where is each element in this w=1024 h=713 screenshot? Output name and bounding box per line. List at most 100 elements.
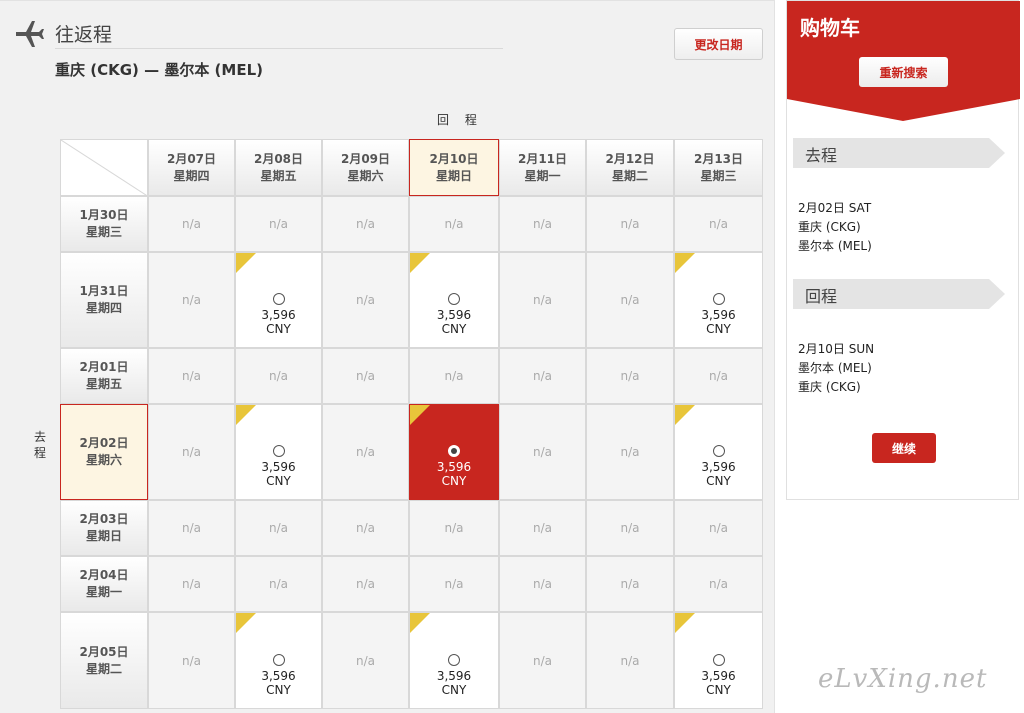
unavailable-cell: n/a [586, 612, 674, 709]
fare-radio[interactable] [712, 293, 725, 305]
research-button[interactable]: 重新搜索 [859, 57, 948, 87]
fare-radio[interactable] [272, 293, 285, 305]
depart-date-header[interactable]: 2月01日 星期五 [60, 348, 148, 404]
depart-date-header[interactable]: 2月03日 星期日 [60, 500, 148, 556]
return-weekday: 星期六 [347, 168, 384, 183]
fare-amount: 3,596 CNY [675, 460, 762, 488]
unavailable-cell: n/a [148, 348, 235, 404]
price-cell[interactable]: 3,596 CNY [235, 252, 322, 348]
depart-weekday: 星期六 [85, 453, 122, 467]
depart-weekday: 星期三 [85, 225, 122, 239]
return-weekday: 星期三 [700, 168, 737, 183]
unavailable-cell: n/a [322, 252, 409, 348]
promo-flag-icon [675, 253, 695, 273]
return-date-header[interactable]: 2月13日 星期三 [674, 139, 763, 196]
price-cell[interactable]: 3,596 CNY [235, 612, 322, 709]
na-label: n/a [532, 445, 552, 459]
na-label: n/a [532, 217, 552, 231]
unavailable-cell: n/a [235, 500, 322, 556]
depart-date-header[interactable]: 2月05日星期二 [60, 612, 148, 709]
unavailable-cell: n/a [322, 196, 409, 252]
fare-currency: CNY [266, 474, 291, 488]
fare-radio[interactable] [448, 293, 460, 305]
na-label: n/a [532, 653, 552, 668]
return-date-header[interactable]: 2月08日 星期五 [235, 139, 322, 196]
fare-amount: 3,596 CNY [410, 669, 498, 697]
unavailable-cell: n/a [586, 404, 674, 500]
na-label: n/a [620, 369, 640, 383]
fare-radio[interactable] [712, 654, 725, 666]
unavailable-cell: n/a [148, 196, 235, 252]
depart-date-header[interactable]: 2月04日 星期一 [60, 556, 148, 612]
return-axis-label: 回 程 [437, 113, 483, 127]
cart-title: 购物车 [800, 16, 860, 40]
return-date-header[interactable]: 2月09日 星期六 [322, 139, 409, 196]
fare-amount: 3,596 CNY [675, 308, 762, 336]
unavailable-cell: n/a [586, 196, 674, 252]
return-weekday: 星期日 [435, 168, 472, 183]
fare-currency: CNY [441, 322, 467, 336]
unavailable-cell: n/a [499, 252, 586, 348]
depart-weekday: 星期二 [85, 661, 122, 676]
unavailable-cell: n/a [499, 348, 586, 404]
depart-date-header[interactable]: 1月31日 星期四 [60, 252, 148, 348]
na-label: n/a [181, 369, 201, 383]
fare-price: 3,596 [261, 308, 296, 322]
na-label: n/a [355, 653, 375, 668]
return-date: 2月12日 [605, 151, 655, 166]
return-date-header[interactable]: 2月11日 星期一 [499, 139, 586, 196]
continue-button[interactable]: 继续 [872, 433, 936, 463]
return-date-header[interactable]: 2月07日 星期四 [148, 139, 235, 196]
unavailable-cell: n/a [499, 556, 586, 612]
price-cell[interactable]: 3,596 CNY [674, 612, 763, 709]
na-label: n/a [444, 577, 464, 591]
depart-date: 1月30日 [79, 208, 129, 222]
promo-flag-icon [675, 613, 695, 633]
price-cell[interactable]: 3,596 CNY [235, 404, 322, 500]
na-label: n/a [532, 369, 552, 383]
fare-radio[interactable] [272, 654, 285, 666]
inbound-date: 2月10日 SUN [798, 342, 875, 356]
promo-flag-icon [236, 253, 256, 273]
return-date-header[interactable]: 2月10日 星期日 [409, 139, 499, 196]
fare-price: 3,596 [261, 669, 296, 683]
fare-radio[interactable] [712, 445, 725, 457]
na-label: n/a [268, 521, 288, 535]
return-date-header[interactable]: 2月12日 星期二 [586, 139, 674, 196]
change-date-button[interactable]: 更改日期 [674, 28, 763, 60]
fare-radio[interactable] [448, 654, 460, 666]
depart-weekday: 星期日 [85, 529, 122, 543]
fare-radio[interactable] [448, 445, 460, 457]
na-label: n/a [268, 217, 288, 231]
title-divider [55, 48, 503, 49]
price-cell[interactable]: 3,596 CNY [409, 612, 499, 709]
price-cell[interactable]: 3,596 CNY [674, 404, 763, 500]
depart-date-header[interactable]: 1月30日星期三 [60, 196, 148, 252]
unavailable-cell: n/a [322, 500, 409, 556]
grid-corner [60, 139, 148, 196]
na-label: n/a [532, 293, 552, 307]
na-label: n/a [181, 217, 201, 231]
promo-flag-icon [236, 405, 256, 425]
return-date: 2月07日 [166, 151, 217, 166]
depart-date: 2月02日 [79, 436, 129, 450]
inbound-heading: 回程 [805, 287, 838, 306]
flight-calendar-panel: 往返程 重庆 (CKG) — 墨尔本 (MEL) 更改日期 回 程 去 程 2月… [0, 0, 775, 713]
fare-currency: CNY [266, 683, 291, 697]
na-label: n/a [620, 293, 640, 307]
depart-date-header[interactable]: 2月02日星期六 [60, 404, 148, 500]
na-label: n/a [181, 653, 201, 668]
na-label: n/a [355, 293, 375, 307]
na-label: n/a [708, 369, 728, 383]
unavailable-cell: n/a [235, 196, 322, 252]
price-cell-selected[interactable]: 3,596 CNY [409, 404, 499, 500]
na-label: n/a [355, 577, 375, 591]
depart-weekday: 星期四 [85, 301, 122, 315]
depart-date: 2月05日 [79, 644, 129, 659]
fare-radio[interactable] [272, 445, 285, 457]
price-cell[interactable]: 3,596 CNY [409, 252, 499, 348]
price-cell[interactable]: 3,596 CNY [674, 252, 763, 348]
depart-date: 2月01日 [79, 360, 129, 374]
return-date: 2月11日 [517, 151, 568, 166]
unavailable-cell: n/a [322, 612, 409, 709]
